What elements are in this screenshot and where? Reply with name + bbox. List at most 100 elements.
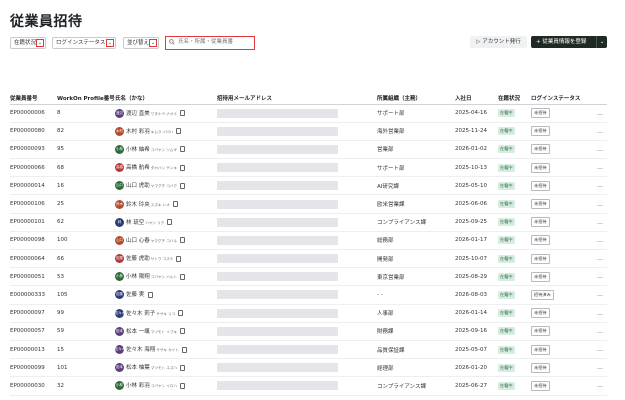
table-row[interactable]: EP00000066 68 高橋 高橋 航希タカハシ ゲンキ サポート部 2025-10-… (10, 158, 607, 178)
table-row[interactable]: EP00000057 59 松本 松本 一颯マツモト イブキ 財務課 2025-09-16… (10, 322, 607, 341)
invite-email-cell (217, 304, 377, 323)
profile-number: 105 (57, 285, 115, 305)
more-actions-icon[interactable]: … (593, 158, 607, 178)
table-row[interactable]: EP00000106 25 鈴木 鈴木 玲央スズキ レオ 欧米営業課 2025-06-06… (10, 194, 607, 214)
document-icon[interactable] (180, 382, 186, 389)
search-input[interactable]: 氏名・所属・従業員番 (165, 36, 255, 50)
col-join-date[interactable]: 入社日 (455, 93, 498, 105)
table-row[interactable]: EP00000051 53 小林 小林 陽翔コバヤシ ハルト 東京営業部 2025-08-… (10, 267, 607, 287)
login-status-badge: 未招待 (531, 362, 550, 373)
table-row[interactable]: EP00000080 82 木村 木村 彩羽キムラ イロハ 海外営業部 2025-11-2… (10, 122, 607, 141)
employee-table: 従業員番号 WorkOn Profile番号 氏名（かな） 招待用メールアドレス… (10, 93, 607, 396)
more-actions-icon[interactable]: … (593, 358, 607, 378)
table-row[interactable]: EP00000098 100 山口 山口 心春ヤマグチ コハル 総務部 2026-01-1… (10, 231, 607, 251)
document-icon[interactable] (180, 273, 186, 280)
invite-email-cell (217, 285, 377, 305)
avatar: 松本 (115, 326, 124, 336)
col-employee-id[interactable]: 従業員番号 (10, 93, 57, 105)
table-row[interactable]: EP00000097 99 佐々木佐々木 莉子ササキ リコ 人事部 2026-01-14… (10, 304, 607, 323)
document-icon[interactable] (176, 255, 182, 262)
profile-number: 95 (57, 140, 115, 160)
col-login-status[interactable]: ログインステータス (531, 93, 593, 105)
employment-status-cell: 在籍中 (498, 285, 531, 305)
document-icon[interactable] (180, 237, 186, 244)
chevron-down-icon[interactable]: ⌄ (106, 39, 114, 47)
more-actions-icon[interactable]: … (593, 104, 607, 123)
employee-id: EP00000098 (10, 231, 57, 251)
more-actions-icon[interactable]: … (593, 376, 607, 396)
document-icon[interactable] (180, 164, 186, 171)
chevron-down-icon[interactable]: ⌄ (36, 39, 44, 47)
col-name[interactable]: 氏名（かな） (115, 93, 217, 105)
document-icon[interactable] (167, 219, 173, 226)
filter-login-status[interactable]: ログインステータス ⌄ (52, 37, 116, 49)
register-employee-button[interactable]: + 従業員情報を登録 ⌄ (531, 36, 607, 48)
more-actions-icon[interactable]: … (593, 340, 607, 360)
status-badge: 在籍中 (498, 363, 515, 372)
table-row[interactable]: EP00000099 101 松本 松本 柚葉マツモト ユズハ 経理部 2026-01-2… (10, 358, 607, 378)
avatar: 渡辺 (115, 108, 124, 118)
document-icon[interactable] (176, 128, 182, 135)
more-actions-icon[interactable]: … (593, 322, 607, 341)
document-icon[interactable] (148, 291, 154, 298)
more-actions-icon[interactable]: … (593, 194, 607, 214)
status-badge: 在籍中 (498, 345, 515, 354)
document-icon[interactable] (180, 364, 186, 371)
more-actions-icon[interactable]: … (593, 122, 607, 141)
table-row[interactable]: EP00000064 66 佐藤 佐藤 虎助サトウ コスケ 開発部 2025-10-07 在… (10, 249, 607, 269)
more-actions-icon[interactable]: … (593, 213, 607, 232)
issue-account-label: アカウント発行 (482, 39, 521, 45)
department: 開発部 (377, 249, 455, 269)
issue-account-button[interactable]: ▷ アカウント発行 (470, 36, 527, 48)
page-title: 従業員招待 (10, 14, 83, 30)
document-icon[interactable] (178, 310, 184, 317)
employment-status-cell: 在籍中 (498, 104, 531, 123)
document-icon[interactable] (181, 346, 187, 353)
filter-sort[interactable]: 並び替え ⌄ (123, 37, 159, 49)
employee-id: EP00000057 (10, 322, 57, 341)
table-header: 従業員番号 WorkOn Profile番号 氏名（かな） 招待用メールアドレス… (10, 93, 607, 105)
employee-kana: キムラ イロハ (150, 129, 174, 134)
table-row[interactable]: EP00000006 8 渡辺 渡辺 直美ワタナベ ナオミ サポート部 2025-04-1… (10, 104, 607, 123)
more-actions-icon[interactable]: … (593, 285, 607, 305)
document-icon[interactable] (180, 110, 186, 117)
table-row[interactable]: EP00000093 95 小林 小林 紬希コバヤシ ツムギ 営業部 2026-01-02… (10, 140, 607, 160)
profile-number: 15 (57, 340, 115, 360)
chevron-down-icon[interactable]: ⌄ (149, 39, 157, 47)
filter-employment-status[interactable]: 在籍状況 ⌄ (10, 37, 46, 49)
employee-id: EP00000006 (10, 104, 57, 123)
department: 海外営業部 (377, 122, 455, 141)
table-row[interactable]: EP00000013 15 佐々木佐々木 海翔ササキ カイト 品質保証課 2025-05… (10, 340, 607, 360)
status-badge: 在籍中 (498, 127, 515, 136)
avatar: 鈴木 (115, 199, 124, 209)
document-icon[interactable] (180, 182, 186, 189)
join-date: 2025-05-10 (455, 176, 498, 196)
more-actions-icon[interactable]: … (593, 249, 607, 269)
document-icon[interactable] (172, 201, 178, 208)
employee-name-cell: 小林 小林 彩羽コバヤシ イロハ (115, 376, 217, 396)
document-icon[interactable] (179, 146, 185, 153)
employee-name: 山口 虎助 (126, 183, 150, 190)
table-row[interactable]: E000000333 105 佐藤 佐藤 実- -2026-08-03 在籍中 招待済み… (10, 285, 607, 305)
col-profile-number[interactable]: WorkOn Profile番号 (57, 93, 115, 105)
redacted-email (217, 144, 338, 154)
profile-number: 25 (57, 194, 115, 214)
table-row[interactable]: EP00000014 16 山口 山口 虎助ヤマグチ コハク AI研究課 2025-05-… (10, 176, 607, 196)
employment-status-cell: 在籍中 (498, 122, 531, 141)
col-invite-email[interactable]: 招待用メールアドレス (217, 93, 377, 105)
table-row[interactable]: EP00000030 32 小林 小林 彩羽コバヤシ イロハ コンプライアンス課 2025… (10, 376, 607, 396)
more-actions-icon[interactable]: … (593, 267, 607, 287)
table-row[interactable]: EP00000101 62 林林 琉空ハヤシ リク コンプライアンス課 2025-09-… (10, 213, 607, 232)
col-employment-status[interactable]: 在籍状況 (498, 93, 531, 105)
col-department[interactable]: 所属組織（主務） (377, 93, 455, 105)
more-actions-icon[interactable]: … (593, 304, 607, 323)
redacted-email (217, 345, 338, 355)
invite-email-cell (217, 176, 377, 196)
employee-id: EP00000106 (10, 194, 57, 214)
more-actions-icon[interactable]: … (593, 176, 607, 196)
chevron-down-icon[interactable]: ⌄ (596, 36, 607, 48)
document-icon[interactable] (180, 328, 186, 335)
more-actions-icon[interactable]: … (593, 231, 607, 251)
invite-email-cell (217, 376, 377, 396)
more-actions-icon[interactable]: … (593, 140, 607, 160)
